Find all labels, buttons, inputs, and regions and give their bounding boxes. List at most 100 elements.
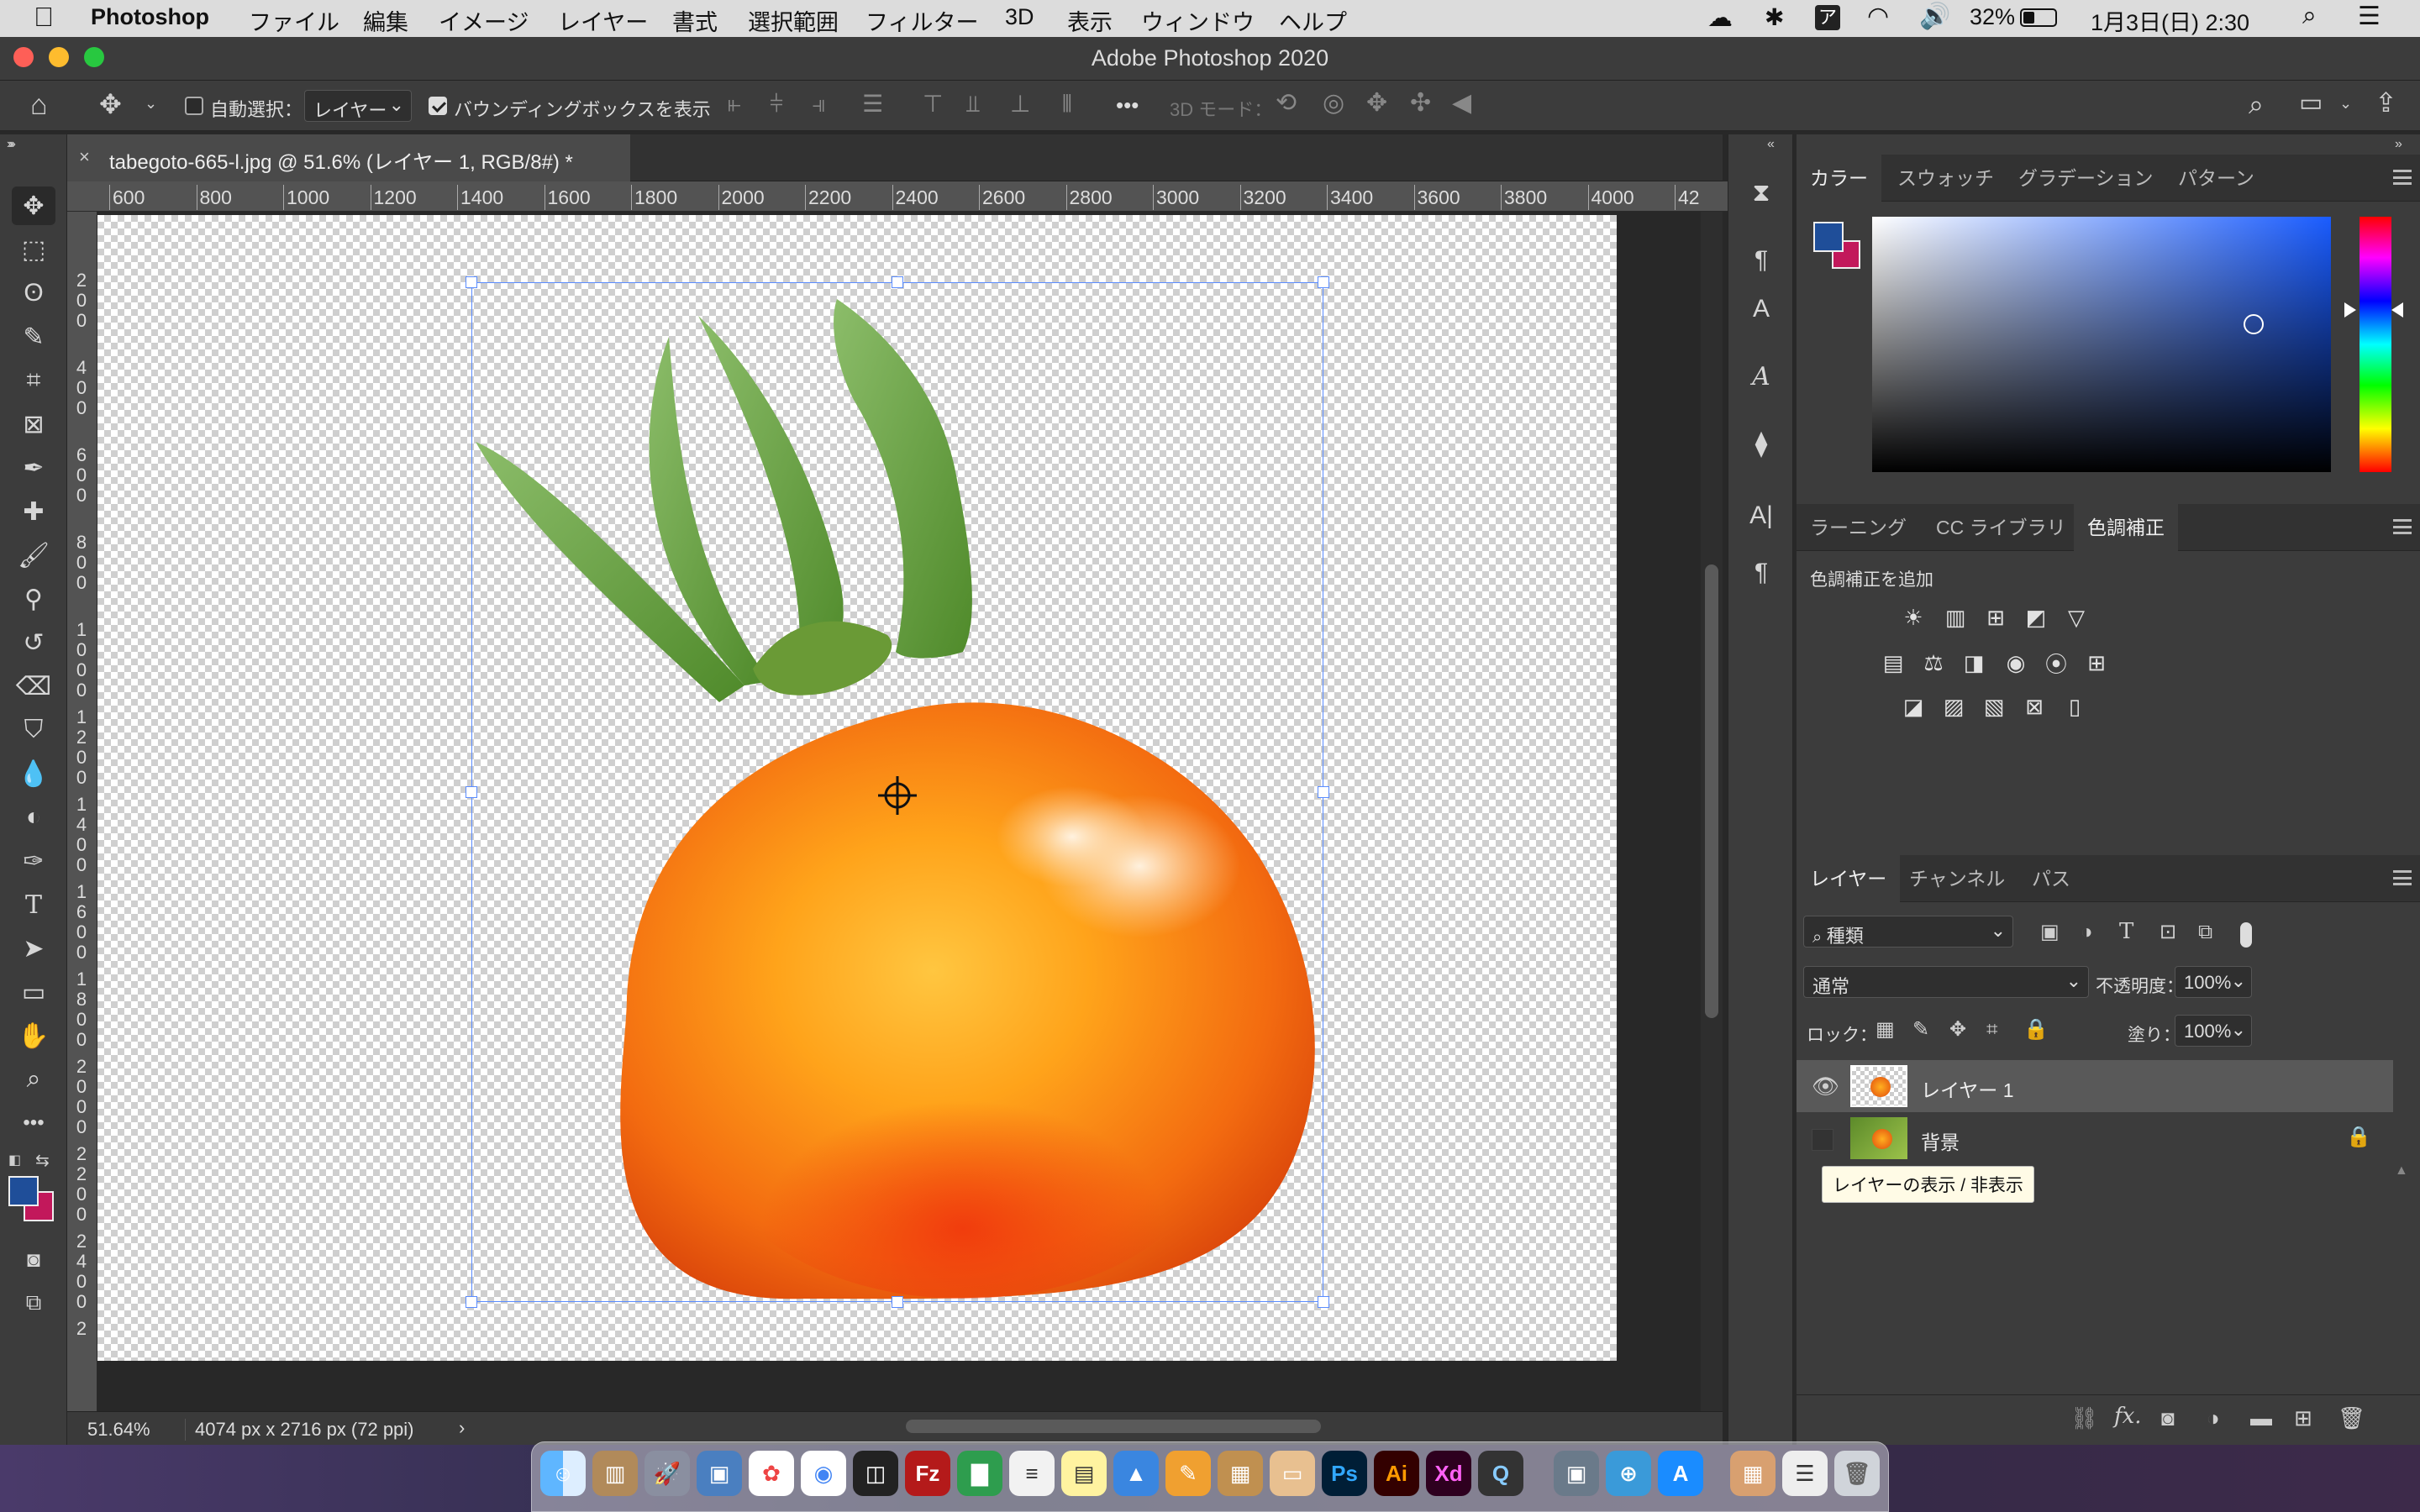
filter-type-icon[interactable]: T (2119, 921, 2133, 942)
layer-row-layer1[interactable]: 👁 レイヤー 1 (1797, 1060, 2393, 1112)
transform-handle-bottom-left[interactable] (466, 1296, 477, 1308)
transform-handle-left[interactable] (466, 786, 477, 798)
tab-adjustments[interactable]: 色調補正 (2074, 504, 2178, 551)
blend-mode-dropdown[interactable]: 通常 ⌄ (1803, 966, 2089, 998)
align-left-icon[interactable]: ⫦ (728, 92, 741, 116)
crop-tool[interactable]: ⌗ (12, 361, 55, 400)
transform-handle-top[interactable] (892, 276, 903, 288)
default-colors-icon[interactable]: ◧ (8, 1154, 21, 1168)
layer-style-fx-button[interactable]: fx. (2114, 1405, 2142, 1427)
channel-mixer-icon[interactable]: ⦿ (2042, 650, 2070, 677)
zoom-tool[interactable]: ⌕ (12, 1060, 55, 1099)
spotlight-search-icon[interactable]: ⌕ (2302, 2, 2317, 30)
align-bottom-icon[interactable]: ⊥ (1010, 92, 1030, 116)
threshold-icon[interactable]: ▧ (1980, 694, 2008, 719)
tab-gradients[interactable]: グラデーション (2005, 155, 2167, 202)
transform-handle-top-left[interactable] (466, 276, 477, 288)
menu-layer[interactable]: レイヤー (558, 4, 648, 37)
menubar-clock[interactable]: 1月3日(日) 2:30 (2091, 4, 2249, 37)
quicktime-icon[interactable]: Q (1478, 1451, 1523, 1496)
lasso-tool[interactable]: ʘ (12, 274, 55, 312)
lock-position-icon[interactable]: ✥ (1949, 1020, 1966, 1040)
tab-color[interactable]: カラー (1797, 155, 1881, 202)
keynote-icon[interactable]: ▲ (1113, 1451, 1159, 1496)
tab-learn[interactable]: ラーニング (1797, 504, 1920, 551)
eraser-tool[interactable]: ⌫ (12, 667, 55, 706)
menu-type[interactable]: 書式 (672, 4, 718, 37)
edit-toolbar-button[interactable]: ••• (12, 1104, 55, 1142)
color-field[interactable] (1872, 217, 2331, 472)
filter-adjustment-icon[interactable]: ◑ (2081, 922, 2093, 942)
curves-icon[interactable]: ⊞ (1981, 605, 2010, 630)
toolbar-collapse-arrows-icon[interactable]: » (7, 138, 14, 151)
share-icon[interactable]: ⇪ (2375, 89, 2397, 116)
paint-bucket-tool[interactable]: ⛉ (12, 711, 55, 749)
transform-handle-bottom-right[interactable] (1318, 1296, 1329, 1308)
lock-all-icon[interactable]: 🔒 (2023, 1020, 2049, 1040)
bluetooth-icon[interactable]: ✱ (1765, 3, 1784, 31)
color-panel-menu-icon[interactable] (2393, 170, 2412, 185)
eyedropper-tool[interactable]: ✒ (12, 449, 55, 487)
history-brush-tool[interactable]: ↺ (12, 623, 55, 662)
transform-handle-bottom[interactable] (892, 1296, 903, 1308)
3d-pan-icon[interactable]: ✥ (1366, 91, 1387, 116)
document-tab[interactable]: × tabegoto-665-l.jpg @ 51.6% (レイヤー 1, RG… (67, 134, 630, 181)
xd-dock-icon[interactable]: Xd (1426, 1451, 1471, 1496)
finder-icon[interactable]: ☺ (540, 1451, 586, 1496)
blur-tool[interactable]: 💧 (12, 754, 55, 793)
collapse-panels-icon[interactable]: » (2395, 138, 2402, 151)
expand-panels-icon[interactable]: « (1767, 138, 1775, 151)
show-bounding-box-checkbox[interactable] (429, 97, 447, 115)
3d-panel-icon[interactable]: ⧫ (1742, 425, 1781, 462)
path-selection-tool[interactable]: ➤ (12, 929, 55, 968)
posterize-icon[interactable]: ▨ (1939, 694, 1968, 719)
layer1-name[interactable]: レイヤー 1 (1921, 1074, 2014, 1103)
app-store-icon[interactable]: A (1658, 1451, 1703, 1496)
trash-icon[interactable]: 🗑 (1834, 1451, 1880, 1496)
input-method-icon[interactable]: ア (1815, 5, 1840, 30)
brightness-contrast-icon[interactable]: ☀ (1899, 605, 1928, 630)
vertical-scrollbar[interactable] (1701, 212, 1723, 1413)
lists-icon[interactable]: ☰ (1782, 1451, 1828, 1496)
history-panel-icon[interactable]: ⧗ (1742, 175, 1781, 212)
align-vertical-center-icon[interactable]: ⫫ (966, 92, 980, 116)
color-lookup-icon[interactable]: ⊞ (2082, 650, 2111, 675)
filter-shape-icon[interactable]: ⊡ (2160, 922, 2176, 942)
menu-select[interactable]: 選択範囲 (748, 4, 839, 37)
frame-tool[interactable]: ⊠ (12, 405, 55, 444)
character-panel-icon[interactable]: A (1742, 291, 1781, 328)
status-menu-arrow-icon[interactable]: › (459, 1417, 465, 1439)
move-tool[interactable]: ✥ (12, 186, 55, 225)
type-tool[interactable]: T (12, 885, 55, 924)
horizontal-scrollbar-thumb[interactable] (906, 1420, 1321, 1433)
paragraph-panel-icon[interactable]: ¶ (1742, 242, 1781, 279)
swap-colors-icon[interactable]: ⇆ (35, 1152, 50, 1169)
home-icon[interactable]: ⌂ (30, 91, 48, 119)
textedit-icon[interactable]: ≡ (1009, 1451, 1055, 1496)
menu-file[interactable]: ファイル (249, 4, 339, 37)
menu-edit[interactable]: 編集 (363, 4, 408, 37)
fill-field[interactable]: 100% ⌄ (2175, 1015, 2252, 1047)
menu-app-name[interactable]: Photoshop (91, 4, 209, 30)
invert-icon[interactable]: ◪ (1899, 694, 1928, 719)
screen-mode-icon[interactable]: ⧉ (12, 1284, 55, 1322)
volume-icon[interactable]: 🔊 (1919, 2, 1950, 31)
photos-icon[interactable]: ✿ (749, 1451, 794, 1496)
canvas-area[interactable] (97, 212, 1694, 1411)
color-balance-icon[interactable]: ⚖ (1919, 650, 1948, 675)
lock-image-pixels-icon[interactable]: ✎ (1912, 1020, 1929, 1040)
tab-paths[interactable]: パス (2018, 855, 2084, 902)
tab-layers[interactable]: レイヤー (1797, 855, 1901, 902)
chevron-down-icon[interactable]: ⌄ (145, 96, 157, 111)
color-field-picker[interactable] (2244, 314, 2264, 334)
selective-color-icon[interactable]: ⊠ (2020, 694, 2049, 719)
reference-point-icon[interactable] (876, 774, 918, 816)
illustrator-dock-icon[interactable]: Ai (1374, 1451, 1419, 1496)
marquee-tool[interactable]: ⬚ (12, 230, 55, 269)
apple-menu-icon[interactable]:  (34, 2, 54, 33)
menu-image[interactable]: イメージ (439, 4, 529, 37)
lock-transparent-pixels-icon[interactable]: ▦ (1876, 1020, 1895, 1040)
new-layer-icon[interactable]: ⊞ (2294, 1407, 2312, 1429)
wifi-icon[interactable]: ◠ (1867, 2, 1889, 31)
vibrance-icon[interactable]: ▽ (2062, 605, 2091, 630)
